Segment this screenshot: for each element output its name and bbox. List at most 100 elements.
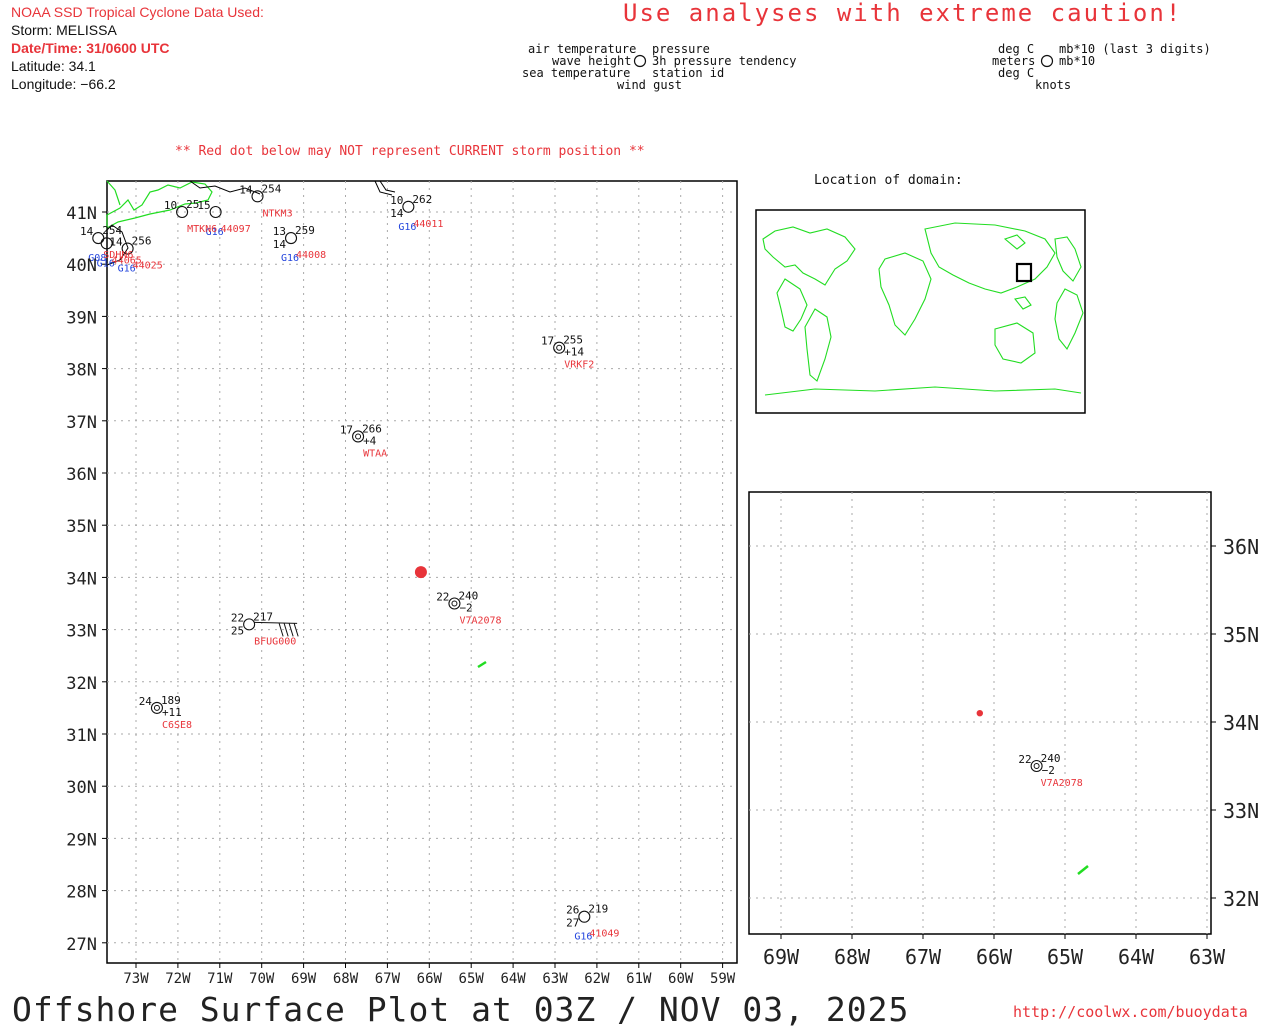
storm-position-dot (976, 710, 983, 717)
station-id: 44008 (296, 250, 326, 261)
station-air-temp: 15 (197, 199, 210, 212)
lon-label: 72W (165, 971, 191, 987)
lon-label: 70W (249, 971, 275, 987)
lon-label: 67W (375, 971, 401, 987)
lon-label: 71W (207, 971, 233, 987)
station-id: V7A2078 (459, 616, 501, 627)
lon-label: 60W (668, 971, 694, 987)
station-sea-temp: 27 (566, 917, 579, 930)
station-id: WTAA (363, 448, 387, 459)
station-tendency: +4 (363, 434, 377, 447)
lat-label: 33N (1223, 799, 1259, 823)
station-air-temp: 17 (340, 423, 353, 436)
station-id: 44097 (221, 224, 251, 235)
station-sea-temp: 14 (273, 238, 287, 251)
station-id: MTKN6 (187, 224, 217, 235)
station-pressure: 262 (412, 193, 432, 206)
station-tendency: +14 (564, 346, 584, 359)
main-map-storm-marker (414, 566, 427, 579)
station-pressure: 256 (132, 235, 152, 248)
lat-label: 40N (66, 256, 97, 276)
station-sea-temp: 14 (390, 207, 404, 220)
units-wind-gust: knots (1035, 78, 1072, 92)
lon-label: 73W (123, 971, 149, 987)
station-id: 44011 (413, 219, 443, 230)
station-tendency: −2 (459, 602, 472, 615)
station-air-temp: 10 (164, 199, 177, 212)
source-url-link[interactable]: http://coolwx.com/buoydata (1013, 1003, 1248, 1021)
storm-position-warning: ** Red dot below may NOT represent CURRE… (175, 144, 645, 159)
location-title: Location of domain: (814, 173, 963, 188)
lat-label: 35N (66, 517, 97, 537)
station-pressure: 254 (102, 224, 122, 237)
station-air-temp: 22 (231, 611, 244, 624)
units-circle-icon (1040, 54, 1054, 68)
inset-map-storm-marker (976, 710, 983, 717)
lon-label: 67W (905, 945, 942, 969)
station-id: BFUG000 (254, 636, 296, 647)
station-air-temp: 14 (80, 225, 94, 238)
lat-label: 31N (66, 726, 97, 746)
lon-label: 65W (1047, 945, 1084, 969)
lat-label: 38N (66, 361, 97, 381)
station-id: SDHN6 (103, 250, 133, 261)
lat-label: 36N (66, 465, 97, 485)
legend-wind-gust: wind gust (617, 78, 683, 92)
inset-map-lon-labels: 69W 68W 67W 66W 65W 64W 63W (763, 945, 1226, 969)
lat-label: 34N (66, 569, 97, 589)
main-surface-map[interactable]: 17 255+14VRKF217 266+4WTAA22 240−2V7A207822… (0, 170, 745, 990)
station-id: V7A2078 (1041, 778, 1083, 789)
inset-surface-map[interactable]: 22 240−2V7A2078 36N35N34N33N32N 69W 68W 67W… (745, 488, 1275, 973)
caution-banner: Use analyses with extreme caution! (623, 0, 1183, 27)
station-air-temp: 17 (541, 335, 554, 348)
lon-label: 64W (1118, 945, 1155, 969)
lon-label: 69W (291, 971, 317, 987)
source-label: NOAA SSD Tropical Cyclone Data Used: (11, 4, 264, 20)
lon-label: 66W (417, 971, 443, 987)
main-map-lat-labels: 41N 40N 39N 38N 37N 36N 35N 34N 33N 32N 31N 30N 29N 2… (66, 204, 97, 955)
world-locator-map (755, 209, 1086, 414)
plot-title: Offshore Surface Plot at 03Z / NOV 03, 2… (12, 990, 910, 1029)
storm-name: Storm: MELISSA (11, 22, 117, 38)
station-pressure: 259 (295, 224, 315, 237)
lat-label: 35N (1223, 623, 1259, 647)
lat-label: 33N (66, 622, 97, 642)
lon-label: 63W (542, 971, 568, 987)
station-pressure: 25 (186, 198, 199, 211)
station-air-temp: 24 (139, 695, 153, 708)
station-air-temp: 22 (1018, 753, 1031, 766)
station-air-temp: 26 (566, 904, 579, 917)
lat-label: 27N (66, 935, 97, 955)
station-pressure: 217 (253, 610, 273, 623)
station-sea-temp: 25 (231, 624, 244, 637)
station-id: VRKF2 (564, 360, 594, 371)
lon-label: 68W (834, 945, 871, 969)
storm-datetime: Date/Time: 31/0600 UTC (11, 40, 170, 56)
station-tendency: −2 (1042, 764, 1055, 777)
lat-label: 32N (66, 674, 97, 694)
main-map-lon-labels: 73W 72W 71W 70W 69W 68W 67W 66W 65W 64W 63W 62W 61W 6… (123, 971, 735, 987)
lon-label: 64W (500, 971, 526, 987)
station-id: NTKM3 (263, 208, 293, 219)
lat-label: 41N (66, 204, 97, 224)
lon-label: 69W (763, 945, 800, 969)
station-id: C6SE8 (162, 720, 192, 731)
storm-position-dot (414, 566, 427, 579)
station-air-temp: 22 (436, 591, 449, 604)
station-air-temp: 13 (273, 225, 286, 238)
units-pressure-tendency: mb*10 (1059, 54, 1096, 68)
station-tendency: +11 (162, 706, 182, 719)
lon-label: 62W (584, 971, 610, 987)
units-sea-temperature: deg C (998, 66, 1035, 80)
lat-label: 32N (1223, 887, 1259, 911)
lat-label: 39N (66, 308, 97, 328)
station-air-temp: 14 (239, 183, 253, 196)
station-pressure: 219 (588, 903, 608, 916)
lon-label: 61W (626, 971, 652, 987)
locator-frame (755, 209, 1086, 414)
storm-latitude: Latitude: 34.1 (11, 58, 96, 74)
lon-label: 65W (459, 971, 485, 987)
lat-label: 29N (66, 830, 97, 850)
lon-label: 59W (710, 971, 736, 987)
lat-label: 30N (66, 778, 97, 798)
